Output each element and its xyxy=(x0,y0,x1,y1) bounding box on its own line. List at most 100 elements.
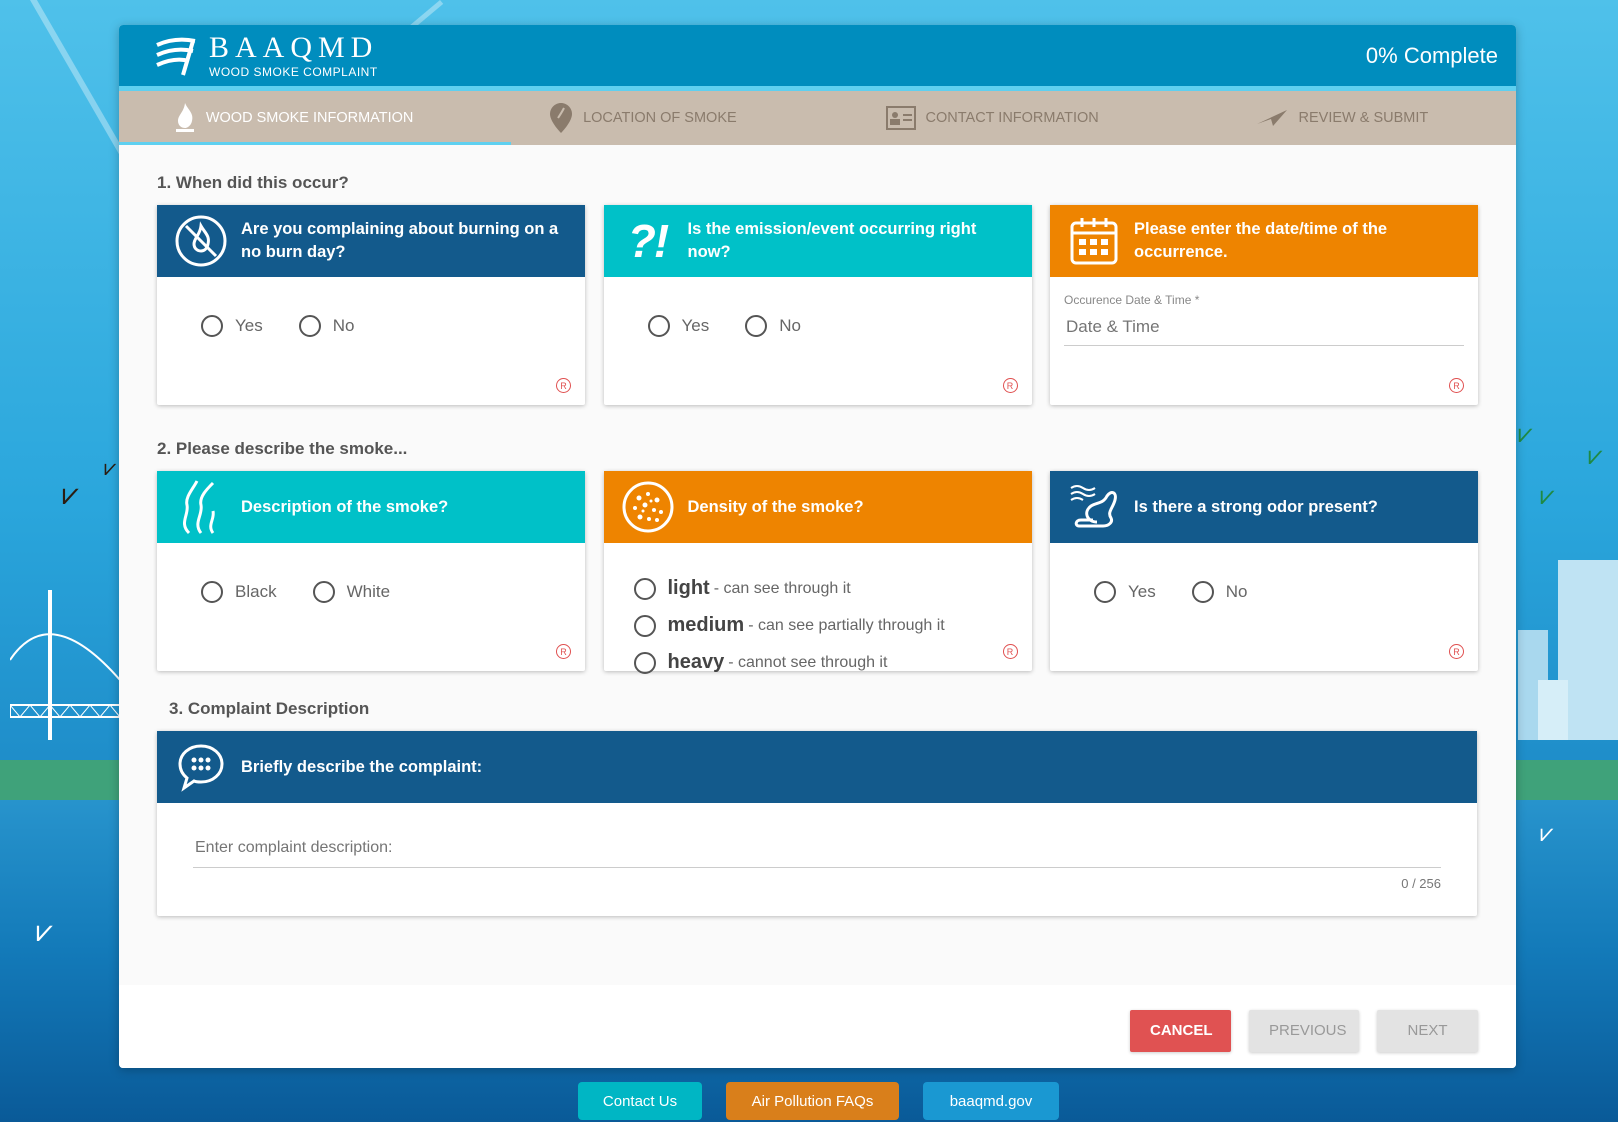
radio-circle[interactable] xyxy=(1191,581,1214,603)
radio-group: Yes No xyxy=(1050,543,1478,603)
radio-group: Yes No xyxy=(604,277,1032,337)
header-bar: BAAQMD WOOD SMOKE COMPLAINT 0% Complete xyxy=(119,25,1516,91)
radio-circle[interactable] xyxy=(633,614,656,637)
previous-button[interactable]: PREVIOUS xyxy=(1249,1009,1359,1052)
contact-us-link[interactable]: Contact Us xyxy=(578,1082,702,1120)
form-content: 1. When did this occur? Are you complain… xyxy=(119,145,1516,985)
density-radio-group: light - can see through it medium - can se… xyxy=(604,543,1032,674)
tab-location-of-smoke[interactable]: LOCATION OF SMOKE xyxy=(468,91,817,145)
radio-circle[interactable] xyxy=(633,651,656,674)
complaint-body: 0 / 256 xyxy=(157,803,1477,891)
radio-yes[interactable]: Yes xyxy=(1094,581,1156,603)
tab-wood-smoke-information[interactable]: WOOD SMOKE INFORMATION xyxy=(119,91,468,145)
skunk-icon xyxy=(1066,479,1122,535)
radio-circle[interactable] xyxy=(201,315,223,337)
radio-circle[interactable] xyxy=(1094,581,1116,603)
radio-group: Black White xyxy=(157,543,585,603)
date-time-field: Occurence Date & Time * xyxy=(1050,277,1478,346)
radio-black[interactable]: Black xyxy=(201,581,277,603)
question-card-occurring-now: ?! Is the emission/event occurring right… xyxy=(603,205,1032,405)
tab-label: WOOD SMOKE INFORMATION xyxy=(205,110,414,126)
question-card-smoke-density: Density of the smoke? light - can see thr… xyxy=(603,471,1032,674)
required-mark-icon: R xyxy=(1449,644,1464,659)
card-header: Is there a strong odor present? xyxy=(1050,471,1478,543)
air-pollution-faqs-link[interactable]: Air Pollution FAQs xyxy=(726,1082,899,1120)
tab-contact-information[interactable]: CONTACT INFORMATION xyxy=(818,91,1167,145)
question-text: Briefly describe the complaint: xyxy=(241,757,483,776)
density-dots-icon xyxy=(620,479,676,535)
baaqmd-logo[interactable]: BAAQMD WOOD SMOKE COMPLAINT xyxy=(153,32,378,79)
card-header: Are you complaining about burning on a n… xyxy=(157,205,585,277)
bird-illustration: ⩗ xyxy=(1588,440,1603,470)
cancel-button[interactable]: CANCEL xyxy=(1130,1009,1231,1052)
progress-status: 0% Complete xyxy=(1365,42,1498,68)
radio-no[interactable]: No xyxy=(745,315,801,337)
question-text: Please enter the date/time of the occurr… xyxy=(1134,220,1388,261)
card-header: Please enter the date/time of the occurr… xyxy=(1050,205,1478,277)
radio-circle[interactable] xyxy=(647,315,670,337)
radio-circle[interactable] xyxy=(633,577,656,600)
bird-illustration: ⩗ xyxy=(1518,418,1533,448)
radio-circle[interactable] xyxy=(745,315,768,337)
radio-label: Yes xyxy=(235,316,263,335)
card-header: Briefly describe the complaint: xyxy=(157,731,1477,803)
card-header: Description of the smoke? xyxy=(157,471,585,543)
calendar-icon xyxy=(1066,213,1122,269)
radio-label: Black xyxy=(235,582,277,601)
complaint-description-input[interactable] xyxy=(193,831,1441,868)
question-text: Is there a strong odor present? xyxy=(1134,497,1378,516)
radio-label: No xyxy=(779,316,801,335)
tab-label: CONTACT INFORMATION xyxy=(925,110,1099,126)
section1-cards: Are you complaining about burning on a n… xyxy=(157,205,1478,405)
tab-review-submit[interactable]: REVIEW & SUBMIT xyxy=(1167,91,1516,145)
question-text: Are you complaining about burning on a n… xyxy=(241,220,559,261)
baaqmd-gov-link[interactable]: baaqmd.gov xyxy=(923,1082,1059,1120)
radio-label: No xyxy=(1225,582,1248,601)
question-exclamation-icon: ?! xyxy=(627,214,669,267)
density-term: heavy xyxy=(667,651,725,673)
bird-illustration: ⩗ xyxy=(36,915,53,948)
background-shore xyxy=(0,760,130,800)
section-title-when: 1. When did this occur? xyxy=(157,173,349,192)
footer-links: Contact Us Air Pollution FAQs baaqmd.gov xyxy=(578,1082,1059,1120)
section-title-complaint-description: 3. Complaint Description xyxy=(169,699,370,718)
bird-illustration: ⩗ xyxy=(1540,480,1555,510)
radio-yes[interactable]: Yes xyxy=(647,315,709,337)
required-mark-icon: R xyxy=(1002,378,1018,393)
date-time-input[interactable] xyxy=(1064,307,1464,346)
density-term: light xyxy=(667,577,710,599)
radio-no[interactable]: No xyxy=(1191,581,1248,603)
character-counter: 0 / 256 xyxy=(1401,876,1441,891)
next-button[interactable]: NEXT xyxy=(1377,1009,1478,1052)
density-term: medium xyxy=(667,614,745,636)
radio-circle[interactable] xyxy=(298,315,321,337)
radio-circle[interactable] xyxy=(201,581,223,603)
bird-illustration: ⩗ xyxy=(1540,820,1554,847)
density-desc: - cannot see through it xyxy=(728,653,888,671)
required-mark-icon: R xyxy=(1449,378,1464,393)
id-card-icon xyxy=(885,106,916,130)
wave-logo-icon xyxy=(156,37,196,76)
complaint-description-card: Briefly describe the complaint: 0 / 256 xyxy=(157,731,1477,916)
radio-no[interactable]: No xyxy=(298,315,355,337)
radio-light[interactable]: light - can see through it xyxy=(633,577,1032,600)
radio-group: Yes No xyxy=(157,277,585,337)
density-desc: - can see through it xyxy=(713,579,851,597)
question-card-no-burn-day: Are you complaining about burning on a n… xyxy=(157,205,585,405)
radio-label: White xyxy=(346,582,391,601)
radio-circle[interactable] xyxy=(312,581,335,603)
section-title-describe-smoke: 2. Please describe the smoke... xyxy=(157,439,408,458)
radio-white[interactable]: White xyxy=(312,581,391,603)
active-step-indicator xyxy=(119,142,511,145)
radio-label: Yes xyxy=(1128,582,1156,601)
radio-label: No xyxy=(332,316,355,335)
background-shore xyxy=(1508,760,1618,800)
radio-medium[interactable]: medium - can see partially through it xyxy=(633,614,1032,637)
radio-heavy[interactable]: heavy - cannot see through it xyxy=(633,651,1032,674)
density-desc: - can see partially through it xyxy=(748,616,945,634)
paper-plane-icon xyxy=(1256,110,1287,126)
card-header: ?! Is the emission/event occurring right… xyxy=(603,205,1032,277)
radio-yes[interactable]: Yes xyxy=(201,315,263,337)
question-text: Is the emission/event occurring right no… xyxy=(687,220,977,261)
form-actions: CANCEL PREVIOUS NEXT xyxy=(119,993,1516,1068)
